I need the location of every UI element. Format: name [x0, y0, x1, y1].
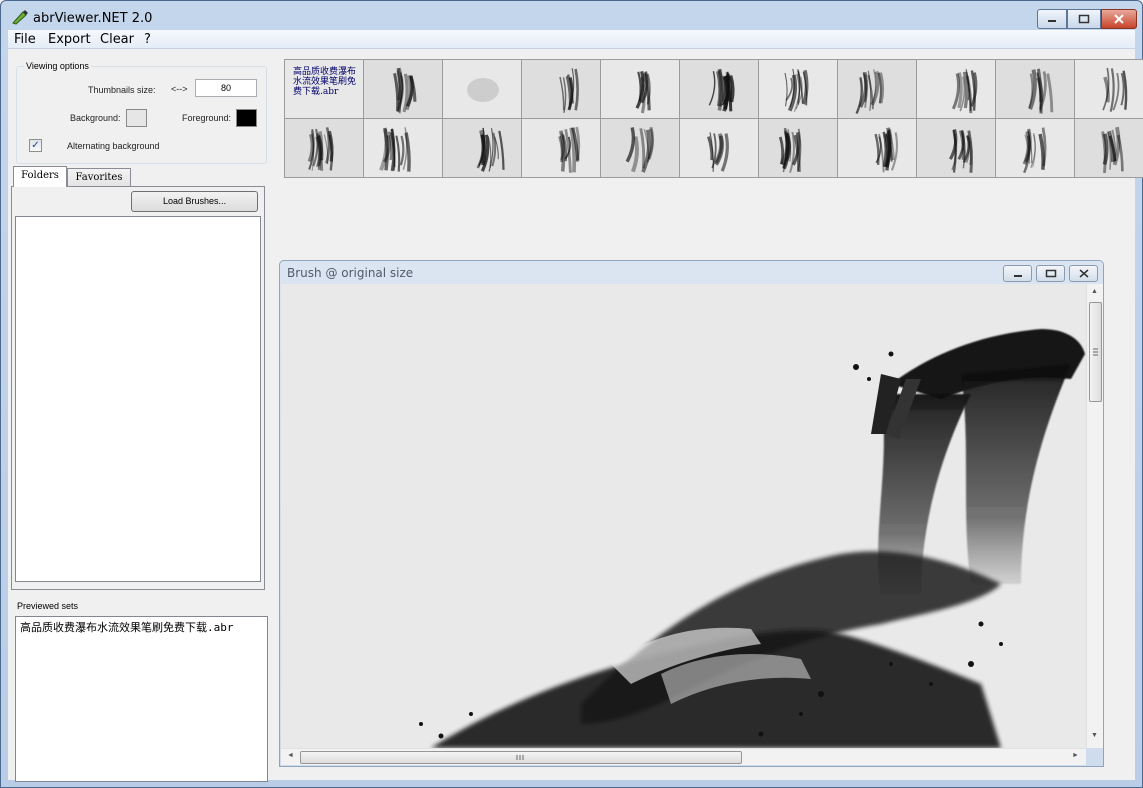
brush-preview-window: Brush @ original size ▲ ▼ ◄ ►	[279, 260, 1104, 767]
brush-preview-icon	[558, 126, 581, 173]
brush-preview-icon	[874, 127, 899, 173]
close-button[interactable]	[1101, 9, 1137, 29]
brush-preview-icon	[467, 78, 499, 102]
brush-canvas[interactable]	[281, 284, 1086, 748]
brush-thumbnail[interactable]	[600, 118, 680, 178]
brush-preview-icon	[784, 68, 809, 113]
scroll-grip-icon	[1093, 348, 1098, 356]
child-close-button[interactable]	[1069, 265, 1098, 282]
vertical-scrollbar[interactable]: ▲ ▼	[1086, 284, 1103, 748]
brush-thumbnail[interactable]	[916, 118, 996, 178]
brush-preview-icon	[307, 127, 334, 171]
background-label: Background:	[70, 113, 121, 123]
brush-thumbnail[interactable]	[442, 118, 522, 178]
brush-preview-icon	[948, 128, 973, 173]
scroll-left-icon[interactable]: ◄	[287, 752, 294, 759]
brush-thumbnail[interactable]	[442, 59, 522, 119]
brush-preview-icon	[951, 69, 978, 114]
thumbnail-set-title: 高品质收费瀑布水流效果笔刷免费下载.abr	[293, 67, 357, 97]
minimize-button[interactable]	[1037, 9, 1067, 29]
brush-preview-icon	[379, 127, 411, 172]
viewing-options-legend: Viewing options	[24, 61, 91, 71]
maximize-button[interactable]	[1067, 9, 1101, 29]
previewed-sets-list[interactable]: 高品质收费瀑布水流效果笔刷免费下载.abr	[15, 616, 268, 782]
window-title: abrViewer.NET 2.0	[33, 11, 153, 26]
maximize-icon	[1078, 14, 1090, 24]
thumbnail-title[interactable]: 高品质收费瀑布水流效果笔刷免费下载.abr	[284, 59, 364, 119]
brush-thumbnail[interactable]	[758, 59, 838, 119]
brush-window-title: Brush @ original size	[287, 266, 414, 280]
brush-thumbnail[interactable]	[995, 118, 1075, 178]
close-icon	[1114, 14, 1124, 24]
title-bar: abrViewer.NET 2.0	[1, 1, 1142, 31]
brush-thumbnail[interactable]	[1074, 59, 1143, 119]
brush-thumbnail[interactable]	[363, 118, 443, 178]
thumb-size-arrow: <-->	[171, 84, 188, 94]
brush-thumbnail[interactable]	[679, 59, 759, 119]
menu-clear[interactable]: Clear	[100, 32, 134, 47]
foreground-color-swatch[interactable]	[236, 109, 257, 127]
close-icon	[1079, 269, 1088, 278]
menu-help[interactable]: ?	[144, 32, 151, 47]
brush-preview-icon	[1022, 127, 1047, 174]
maximize-icon	[1045, 269, 1056, 278]
menu-file[interactable]: File	[14, 32, 36, 47]
brush-preview-icon	[707, 132, 729, 172]
brush-preview-icon	[559, 68, 579, 113]
brush-preview-icon	[855, 69, 885, 115]
brush-preview-icon	[778, 127, 802, 173]
list-item[interactable]: 高品质收费瀑布水流效果笔刷免费下载.abr	[20, 619, 234, 635]
child-maximize-button[interactable]	[1036, 265, 1065, 282]
brush-preview-icon	[635, 71, 651, 114]
previewed-sets-label: Previewed sets	[17, 601, 79, 611]
tab-folders[interactable]: Folders	[13, 166, 67, 187]
brush-thumbnail[interactable]	[679, 118, 759, 178]
minimize-icon	[1013, 274, 1022, 277]
brush-preview-icon	[625, 126, 655, 173]
brush-thumbnail[interactable]	[837, 59, 917, 119]
brush-preview-icon	[1101, 126, 1124, 174]
brush-icon	[12, 10, 28, 25]
brush-thumbnail[interactable]	[916, 59, 996, 119]
horizontal-scrollbar[interactable]: ◄ ►	[281, 748, 1086, 765]
brush-preview-icon	[476, 127, 505, 172]
brush-thumbnail[interactable]	[600, 59, 680, 119]
menu-export[interactable]: Export	[48, 32, 91, 47]
alternating-checkbox[interactable]: ✓	[29, 139, 42, 152]
thumbnail-grid: 高品质收费瀑布水流效果笔刷免费下载.abr	[284, 59, 1143, 239]
load-brushes-button[interactable]: Load Brushes...	[131, 191, 258, 212]
vertical-scroll-thumb[interactable]	[1089, 302, 1102, 402]
scroll-up-icon[interactable]: ▲	[1091, 288, 1098, 295]
brush-thumbnail[interactable]	[521, 118, 601, 178]
menu-bar: File Export Clear ?	[8, 30, 1135, 49]
thumb-size-label: Thumbnails size:	[88, 85, 156, 95]
horizontal-scroll-thumb[interactable]	[300, 751, 742, 764]
waterfall-brush-image	[419, 329, 1085, 748]
thumb-size-input[interactable]: 80	[195, 79, 257, 97]
brush-preview-icon	[1028, 68, 1054, 114]
brush-thumbnail[interactable]	[1074, 118, 1143, 178]
brush-preview-icon	[393, 67, 417, 114]
brush-preview-icon	[1102, 67, 1128, 112]
background-color-swatch[interactable]	[126, 109, 147, 127]
child-minimize-button[interactable]	[1003, 265, 1032, 282]
brush-thumbnail[interactable]	[284, 118, 364, 178]
alternating-label: Alternating background	[67, 141, 160, 151]
brush-preview-icon	[708, 68, 735, 112]
folder-list[interactable]	[15, 216, 261, 582]
brush-thumbnail[interactable]	[363, 59, 443, 119]
minimize-icon	[1048, 20, 1056, 22]
brush-thumbnail[interactable]	[758, 118, 838, 178]
brush-thumbnail[interactable]	[837, 118, 917, 178]
scroll-down-icon[interactable]: ▼	[1091, 732, 1098, 739]
tab-favorites[interactable]: Favorites	[67, 168, 131, 187]
scroll-grip-icon	[516, 755, 524, 760]
brush-thumbnail[interactable]	[521, 59, 601, 119]
brush-thumbnail[interactable]	[995, 59, 1075, 119]
scroll-right-icon[interactable]: ►	[1072, 752, 1079, 759]
foreground-label: Foreground:	[182, 113, 232, 123]
